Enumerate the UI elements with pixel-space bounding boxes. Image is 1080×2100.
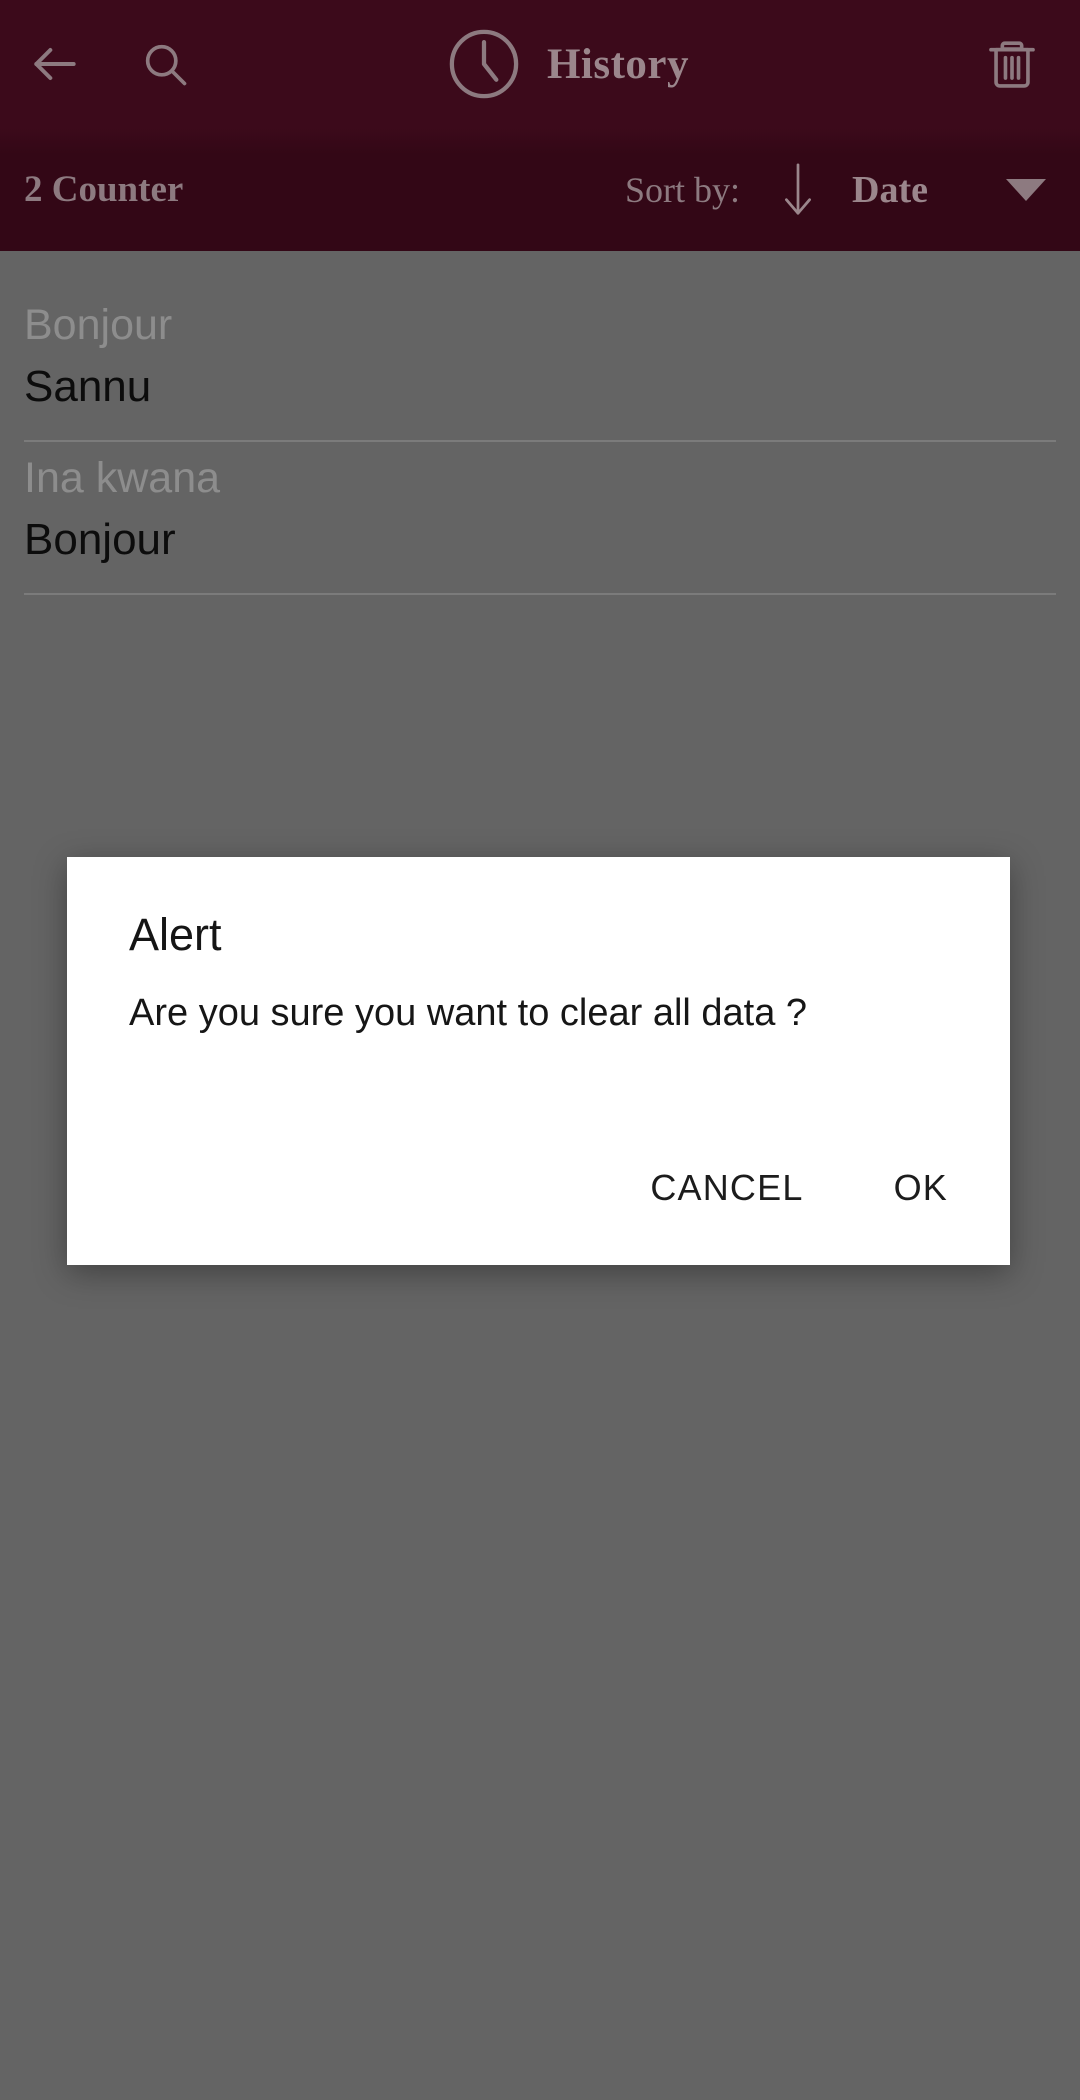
sort-value[interactable]: Date <box>852 168 928 212</box>
dialog-title: Alert <box>129 909 222 960</box>
list-item[interactable]: Ina kwana Bonjour <box>24 442 1056 595</box>
delete-all-button[interactable] <box>952 0 1072 128</box>
dialog-message: Are you sure you want to clear all data … <box>129 992 808 1034</box>
history-target-text: Sannu <box>24 361 152 411</box>
counter-label: 2 Counter <box>24 169 184 210</box>
dialog-actions: CANCEL OK <box>67 1151 1010 1265</box>
history-source-text: Ina kwana <box>24 453 221 502</box>
app-screen: History 2 Counter Sort by: Date Bonjour … <box>0 0 1080 2100</box>
sort-bar: 2 Counter Sort by: Date <box>0 128 1080 251</box>
sort-direction-button[interactable] <box>774 159 822 221</box>
clock-icon <box>449 29 519 99</box>
history-target-text: Bonjour <box>24 514 176 564</box>
history-source-text: Bonjour <box>24 301 173 349</box>
cancel-button[interactable]: CANCEL <box>624 1151 829 1225</box>
sort-by-label: Sort by: <box>625 169 741 210</box>
caret-down-icon[interactable] <box>1006 178 1046 201</box>
trash-icon <box>989 41 1035 88</box>
back-button[interactable] <box>0 0 110 128</box>
arrow-down-icon <box>785 162 812 215</box>
page-title: History <box>546 40 690 88</box>
app-bar-title-group: History <box>180 0 952 128</box>
arrow-left-icon <box>34 48 76 80</box>
app-bar: History <box>0 0 1080 128</box>
ok-button[interactable]: OK <box>868 1151 974 1225</box>
list-item[interactable]: Bonjour Sannu <box>24 289 1056 442</box>
sort-controls: Sort by: Date <box>625 159 1056 221</box>
alert-dialog: Alert Are you sure you want to clear all… <box>67 857 1010 1265</box>
